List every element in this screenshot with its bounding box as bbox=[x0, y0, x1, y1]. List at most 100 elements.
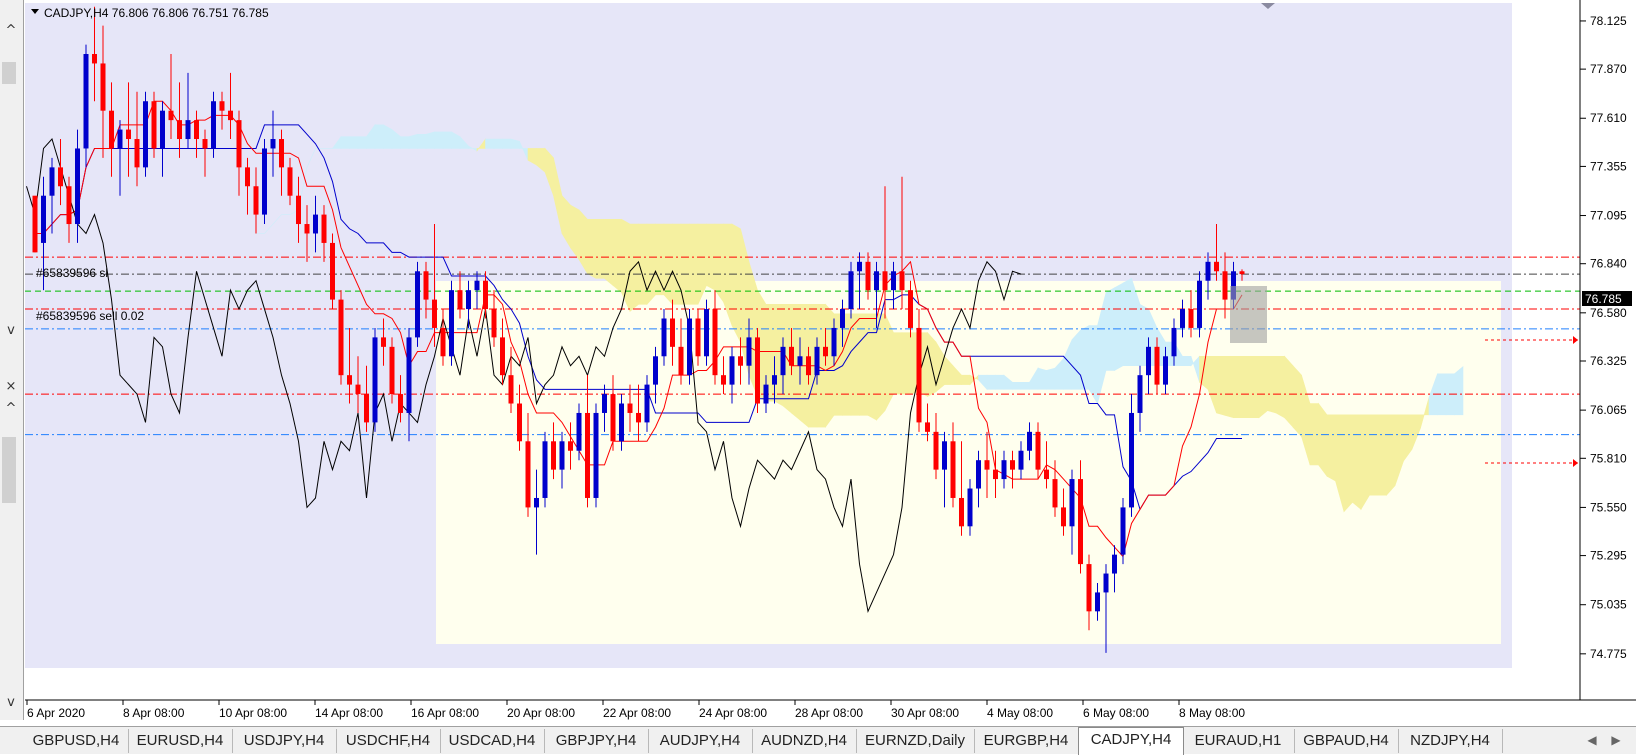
kumo-segment bbox=[595, 219, 605, 279]
tab-scroll-left-icon[interactable]: ◀ bbox=[1584, 731, 1600, 749]
tab-gbpaud-h4[interactable]: GBPAUD,H4 bbox=[1294, 729, 1399, 753]
tab-cadjpy-h4[interactable]: CADJPY,H4 bbox=[1078, 727, 1184, 755]
candle-body bbox=[1197, 280, 1202, 328]
candle-body bbox=[661, 318, 667, 357]
candle-body bbox=[126, 129, 131, 140]
candle-body bbox=[287, 167, 293, 196]
close-icon[interactable]: × bbox=[2, 378, 20, 396]
candle-body bbox=[483, 280, 488, 310]
candle-body bbox=[1120, 507, 1126, 555]
kumo-segment bbox=[1182, 355, 1192, 367]
kumo-segment bbox=[655, 223, 665, 296]
candle-body bbox=[959, 497, 964, 527]
candle-body bbox=[236, 120, 242, 168]
kumo-segment bbox=[714, 223, 724, 303]
kumo-segment bbox=[1046, 367, 1056, 390]
candle-body bbox=[1171, 327, 1177, 357]
symbol-header[interactable]: CADJPY,H4 76.806 76.806 76.751 76.785 bbox=[31, 6, 269, 20]
tab-audnzd-h4[interactable]: AUDNZD,H4 bbox=[752, 729, 857, 753]
candle-body bbox=[398, 394, 403, 413]
svg-text:76.785: 76.785 bbox=[1585, 292, 1622, 306]
candle-body bbox=[143, 101, 148, 168]
tab-gbpusd-h4[interactable]: GBPUSD,H4 bbox=[24, 729, 129, 753]
candle-body bbox=[321, 214, 327, 243]
candle-body bbox=[296, 195, 301, 225]
kumo-segment bbox=[1241, 355, 1251, 418]
price-tick-label: 75.035 bbox=[1590, 598, 1627, 612]
scroll-down-icon[interactable]: v bbox=[2, 694, 20, 712]
scrollbar-thumb-top[interactable] bbox=[2, 62, 16, 84]
symbol-info: CADJPY,H4 76.806 76.806 76.751 76.785 bbox=[44, 6, 269, 20]
order-sell-label: #65839596 sell 0.02 bbox=[36, 309, 144, 323]
time-tick-label: 20 Apr 08:00 bbox=[507, 706, 575, 720]
tab-nzdjpy-h4[interactable]: NZDJPY,H4 bbox=[1398, 729, 1503, 753]
kumo-segment bbox=[1284, 355, 1294, 428]
candle-body bbox=[942, 441, 947, 470]
candle-body bbox=[857, 261, 862, 272]
scrollbar-thumb-bottom[interactable] bbox=[2, 437, 16, 503]
candle-body bbox=[627, 403, 633, 413]
candle-body bbox=[704, 309, 709, 357]
tab-audjpy-h4[interactable]: AUDJPY,H4 bbox=[648, 729, 753, 753]
tab-gbpjpy-h4[interactable]: GBPJPY,H4 bbox=[544, 729, 649, 753]
tab-eurusd-h4[interactable]: EURUSD,H4 bbox=[128, 729, 233, 753]
kumo-segment bbox=[493, 138, 503, 149]
candle-body bbox=[1095, 592, 1100, 612]
kumo-segment bbox=[1216, 355, 1226, 416]
candle-body bbox=[806, 356, 811, 376]
collapse-up-icon[interactable]: ^ bbox=[2, 22, 20, 40]
candle-body bbox=[916, 327, 922, 423]
candle-body bbox=[831, 327, 837, 357]
candle-body bbox=[1129, 412, 1134, 508]
candle-body bbox=[92, 54, 97, 64]
kumo-segment bbox=[417, 134, 427, 149]
candle-body bbox=[313, 214, 318, 234]
kumo-segment bbox=[587, 219, 597, 279]
candle-body bbox=[381, 337, 386, 347]
candle-body bbox=[66, 186, 72, 225]
kumo-segment bbox=[408, 133, 418, 149]
price-tick-label: 76.580 bbox=[1590, 306, 1627, 320]
candle-body bbox=[406, 337, 412, 413]
candle-body bbox=[75, 148, 80, 225]
time-tick-label: 6 May 08:00 bbox=[1083, 706, 1149, 720]
time-tick-label: 24 Apr 08:00 bbox=[699, 706, 767, 720]
kumo-segment bbox=[425, 131, 435, 149]
tab-eurgbp-h4[interactable]: EURGBP,H4 bbox=[974, 729, 1079, 753]
tab-usdcad-h4[interactable]: USDCAD,H4 bbox=[440, 729, 545, 753]
tab-scroll-right-icon[interactable]: ▶ bbox=[1608, 731, 1624, 749]
kumo-segment bbox=[442, 131, 452, 149]
candle-body bbox=[967, 488, 973, 527]
tab-euraud-h1[interactable]: EURAUD,H1 bbox=[1182, 729, 1295, 753]
kumo-segment bbox=[1233, 355, 1243, 418]
price-tick-label: 78.125 bbox=[1590, 14, 1627, 28]
candle-body bbox=[49, 167, 55, 196]
price-tick-label: 76.840 bbox=[1590, 257, 1627, 271]
tab-usdjpy-h4[interactable]: USDJPY,H4 bbox=[232, 729, 337, 753]
candle-body bbox=[1146, 346, 1151, 376]
time-axis: 6 Apr 2020 8 Apr 08:00 10 Apr 08:00 14 Apr … bbox=[26, 700, 1245, 720]
kumo-segment bbox=[434, 131, 444, 149]
price-chart[interactable]: 76.785 78.125 77.870 77.610 77.355 77.095 76.… bbox=[0, 0, 1636, 726]
candle-body bbox=[279, 139, 284, 168]
tab-usdchf-h4[interactable]: USDCHF,H4 bbox=[336, 729, 441, 753]
kumo-segment bbox=[1292, 364, 1302, 438]
candle-body bbox=[1188, 309, 1194, 328]
scroll-up-icon[interactable]: ^ bbox=[2, 400, 20, 418]
collapse-down-icon[interactable]: v bbox=[2, 322, 20, 340]
tab-eurnzd-daily[interactable]: EURNZD,Daily bbox=[856, 729, 975, 753]
candle-body bbox=[347, 375, 352, 385]
candle-body bbox=[763, 384, 769, 404]
candle-body bbox=[449, 290, 454, 357]
candle-body bbox=[789, 346, 794, 366]
candle-body bbox=[304, 224, 310, 234]
candle-body bbox=[109, 110, 114, 149]
candle-body bbox=[151, 101, 157, 149]
candle-body bbox=[721, 375, 726, 385]
selection-box[interactable] bbox=[1230, 286, 1267, 343]
candle-body bbox=[474, 280, 480, 291]
candle-body bbox=[525, 441, 531, 508]
candle-body bbox=[780, 346, 786, 376]
time-tick-label: 16 Apr 08:00 bbox=[411, 706, 479, 720]
time-tick-label: 22 Apr 08:00 bbox=[603, 706, 671, 720]
